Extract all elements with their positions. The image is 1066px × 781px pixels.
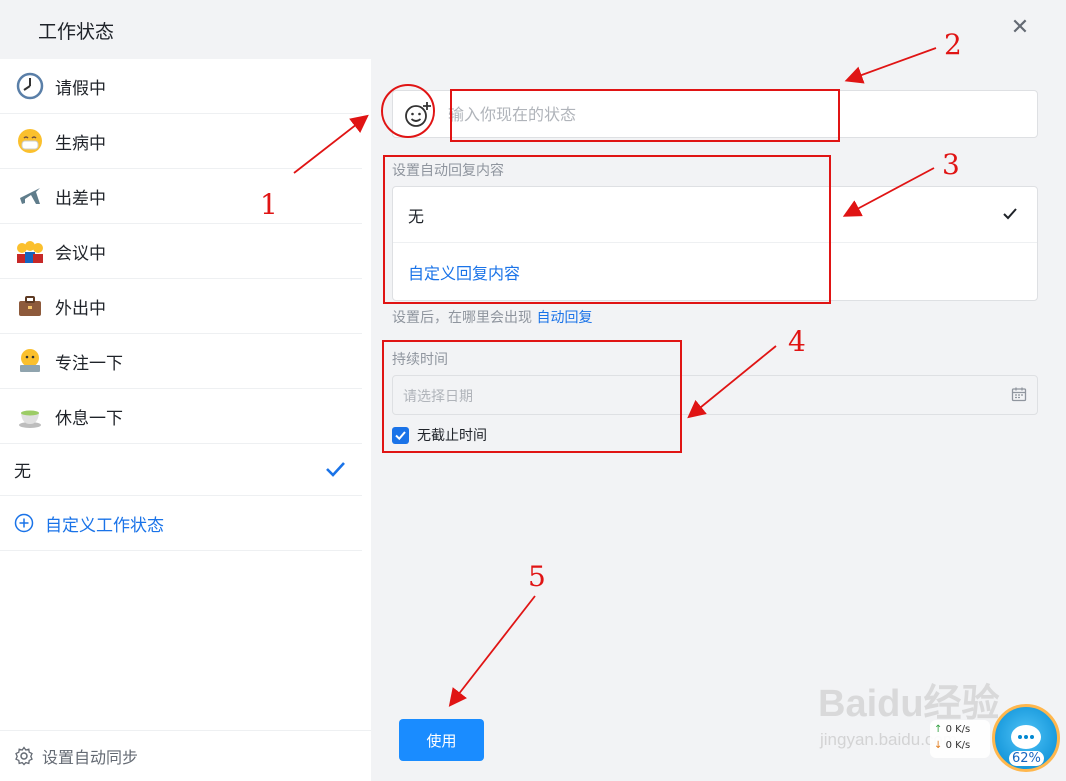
plus-circle-icon (14, 508, 34, 538)
annotation-number-2: 2 (944, 28, 962, 61)
upload-speed: 0 K/s (945, 724, 971, 735)
annotation-number-3: 3 (942, 148, 960, 181)
download-speed: 0 K/s (945, 740, 971, 751)
annotation-number-5: 5 (528, 560, 546, 593)
status-item-meeting[interactable]: 会议中 (0, 224, 362, 279)
focus-laptop-icon (15, 346, 45, 376)
briefcase-icon (15, 291, 45, 321)
auto-reply-options: 无 自定义回复内容 (392, 186, 1038, 301)
status-item-leave[interactable]: 请假中 (0, 59, 362, 114)
upload-arrow-icon: ↑ (934, 724, 943, 735)
hint-text: 设置后，在哪里会出现 (392, 310, 532, 326)
status-item-rest[interactable]: 休息一下 (0, 389, 362, 444)
status-item-label: 专注一下 (55, 353, 123, 374)
status-item-label: 生病中 (55, 133, 106, 154)
add-emoji-icon[interactable] (401, 98, 435, 132)
annotation-number-1: 1 (260, 188, 278, 221)
status-item-label: 请假中 (55, 78, 106, 99)
status-item-out[interactable]: 外出中 (0, 279, 362, 334)
use-button[interactable]: 使用 (399, 719, 484, 761)
status-list: 请假中 生病中 出差中 会议中 外出中 专注一下 休息一下 无 自定义工作状态 … (0, 59, 371, 781)
reply-option-label: 无 (408, 206, 425, 226)
status-item-business-trip[interactable]: 出差中 (0, 169, 362, 224)
no-end-time-checkbox[interactable]: 无截止时间 (392, 425, 487, 445)
airplane-icon (15, 181, 45, 211)
status-item-label: 无 (14, 462, 31, 482)
download-arrow-icon: ↓ (934, 740, 943, 751)
reply-option-custom[interactable]: 自定义回复内容 (393, 244, 1037, 300)
date-picker[interactable]: 请选择日期 (392, 375, 1038, 415)
checkbox-checked-icon (392, 426, 409, 444)
status-item-sick[interactable]: 生病中 (0, 114, 362, 169)
baidu-watermark: Baidu经验 (818, 683, 1000, 725)
network-speed-widget: ↑ 0 K/s ↓ 0 K/s (930, 720, 990, 758)
no-end-time-label: 无截止时间 (417, 428, 487, 444)
auto-reply-section-label: 设置自动回复内容 (392, 163, 504, 179)
clock-icon (15, 71, 45, 101)
tea-cup-icon (15, 401, 45, 431)
status-input-wrapper (392, 90, 1038, 138)
duration-label: 持续时间 (392, 352, 448, 368)
auto-reply-hint: 设置后，在哪里会出现 自动回复 (392, 307, 592, 327)
status-item-focus[interactable]: 专注一下 (0, 334, 362, 389)
auto-sync-label: 设置自动同步 (42, 748, 139, 767)
mask-face-icon (15, 126, 45, 156)
reply-option-none[interactable]: 无 (393, 187, 1037, 243)
ball-percent: 62% (1009, 751, 1044, 766)
meeting-icon (15, 236, 45, 266)
status-item-label: 会议中 (55, 243, 106, 264)
status-item-none[interactable]: 无 (0, 444, 362, 496)
status-item-label: 休息一下 (55, 408, 123, 429)
reply-option-label: 自定义回复内容 (408, 264, 521, 283)
accelerator-ball[interactable]: 62% (992, 704, 1060, 772)
auto-reply-link[interactable]: 自动回复 (536, 310, 592, 326)
gear-icon (14, 746, 34, 766)
check-icon (1001, 205, 1019, 223)
date-placeholder: 请选择日期 (403, 389, 473, 405)
calendar-icon (1011, 386, 1027, 402)
custom-status-button[interactable]: 自定义工作状态 (0, 496, 362, 551)
work-status-dialog: 工作状态 ✕ 请假中 生病中 出差中 会议中 外出中 专注一下 休息一下 无 自… (0, 0, 1066, 781)
status-item-label: 外出中 (55, 298, 106, 319)
close-icon[interactable]: ✕ (1008, 16, 1032, 40)
status-item-label: 出差中 (55, 188, 106, 209)
auto-sync-button[interactable]: 设置自动同步 (0, 730, 371, 781)
check-icon (324, 458, 346, 480)
custom-status-label: 自定义工作状态 (45, 515, 164, 536)
annotation-number-4: 4 (788, 325, 806, 358)
status-input[interactable] (448, 97, 1028, 131)
dialog-header: 工作状态 ✕ (0, 0, 1066, 59)
dialog-title: 工作状态 (38, 21, 115, 43)
